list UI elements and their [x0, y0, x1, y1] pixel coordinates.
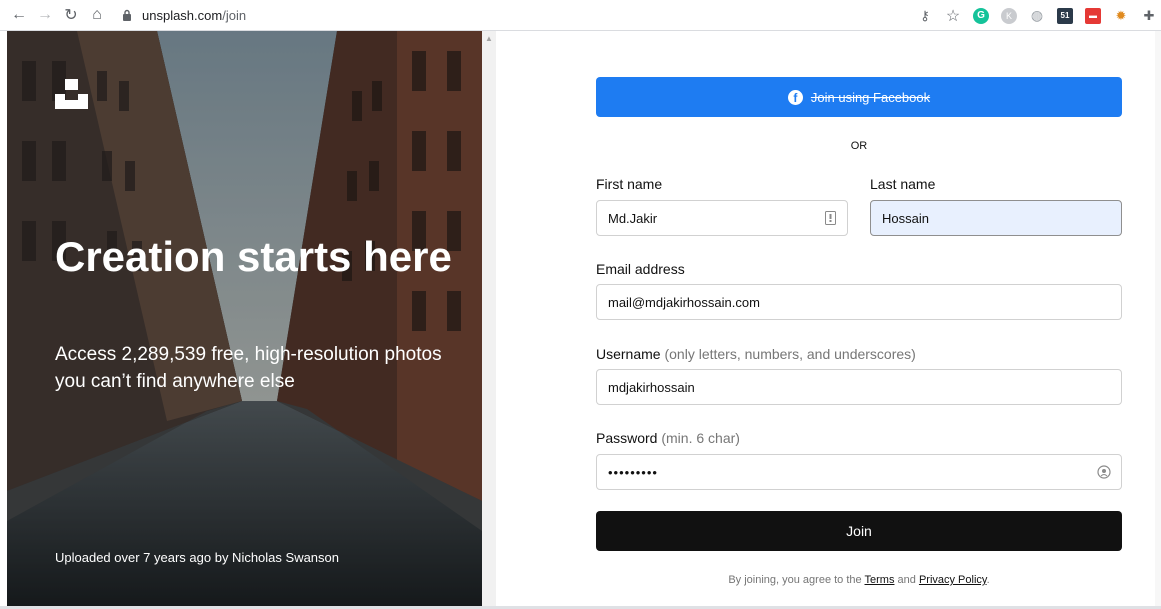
legal-text: By joining, you agree to the Terms and P…: [596, 574, 1122, 586]
facebook-button-label: Join using Facebook: [810, 89, 931, 105]
reload-icon[interactable]: ↻: [60, 4, 82, 26]
hero-panel: Creation starts here Access 2,289,539 fr…: [7, 31, 482, 606]
extension-icon[interactable]: ✹: [1113, 8, 1129, 24]
join-button[interactable]: Join: [596, 511, 1122, 551]
address-bar[interactable]: unsplash.com/join: [120, 3, 880, 27]
username-hint: (only letters, numbers, and underscores): [664, 346, 916, 362]
last-name-input[interactable]: Hossain: [870, 200, 1122, 236]
last-name-value: Hossain: [882, 210, 929, 226]
facebook-icon: f: [787, 89, 803, 105]
globe-icon[interactable]: ◍: [1029, 7, 1045, 24]
contact-card-icon[interactable]: [823, 210, 837, 226]
first-name-value: Md.Jakir: [608, 210, 658, 226]
grammarly-icon[interactable]: G: [973, 7, 989, 24]
terms-link[interactable]: Terms: [865, 574, 895, 586]
password-hint: (min. 6 char): [661, 430, 740, 446]
password-input[interactable]: •••••••••: [596, 454, 1122, 490]
email-label: Email address: [596, 261, 685, 277]
lock-icon: [120, 8, 134, 22]
extension-icon[interactable]: ▬: [1085, 7, 1101, 24]
window-frame-right: [1155, 31, 1161, 609]
puzzle-icon[interactable]: ✚: [1141, 8, 1157, 24]
email-input[interactable]: mail@mdjakirhossain.com: [596, 284, 1122, 320]
url-path: /join: [222, 7, 247, 23]
username-input[interactable]: mdjakirhossain: [596, 369, 1122, 405]
home-icon[interactable]: ⌂: [86, 4, 108, 26]
extension-icon[interactable]: 51: [1057, 7, 1073, 24]
legal-prefix: By joining, you agree to the: [728, 574, 862, 586]
star-icon[interactable]: ☆: [945, 8, 961, 25]
password-eye-icon[interactable]: [1097, 464, 1111, 480]
unsplash-logo-icon[interactable]: [55, 79, 88, 109]
photo-credit[interactable]: Uploaded over 7 years ago by Nicholas Sw…: [55, 550, 339, 565]
password-label: Password (min. 6 char): [596, 430, 740, 446]
key-icon[interactable]: ⚷: [917, 8, 933, 24]
hero-title: Creation starts here: [55, 233, 452, 280]
username-label-text: Username: [596, 346, 661, 362]
legal-suffix: .: [986, 574, 990, 586]
back-arrow-icon[interactable]: ←: [8, 4, 30, 26]
browser-toolbar: ← → ↻ ⌂ unsplash.com/join ⚷ ☆ G K ◍ 51 ▬…: [0, 0, 1161, 31]
or-divider: OR: [850, 140, 868, 152]
url-host: unsplash.com: [142, 7, 223, 23]
password-label-text: Password: [596, 430, 658, 446]
first-name-input[interactable]: Md.Jakir: [596, 200, 848, 236]
username-value: mdjakirhossain: [608, 379, 695, 395]
scrollbar[interactable]: ▲: [482, 31, 496, 606]
first-name-label: First name: [596, 176, 663, 192]
username-label: Username (only letters, numbers, and und…: [596, 346, 916, 362]
privacy-policy-link[interactable]: Privacy Policy: [919, 574, 987, 586]
forward-arrow-icon[interactable]: →: [34, 4, 56, 26]
scroll-up-icon[interactable]: ▲: [485, 34, 493, 43]
legal-and: and: [897, 574, 916, 586]
last-name-label: Last name: [870, 176, 936, 192]
hero-subtitle: Access 2,289,539 free, high-resolution p…: [55, 344, 442, 392]
extension-icon[interactable]: K: [1001, 7, 1017, 24]
join-facebook-button[interactable]: f Join using Facebook: [596, 77, 1122, 117]
email-value: mail@mdjakirhossain.com: [608, 294, 760, 310]
password-value: •••••••••: [608, 464, 658, 480]
